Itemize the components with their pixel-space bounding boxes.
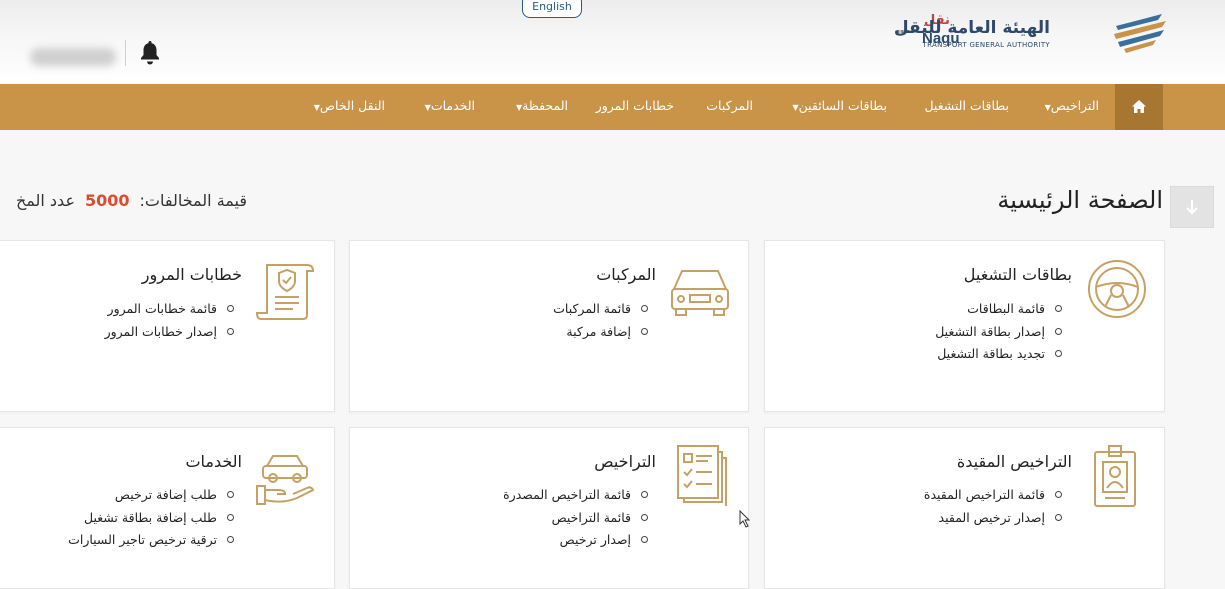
card-restricted-licenses[interactable]: التراخيص المقيدة قائمة التراخيص المقيدة … (764, 427, 1165, 589)
bell-icon[interactable] (138, 40, 162, 66)
car-icon (671, 270, 729, 316)
header-separator (125, 40, 126, 66)
card-link[interactable]: طلب إضافة بطاقة تشغيل (68, 507, 234, 530)
card-link[interactable]: قائمة المركبات (553, 298, 648, 321)
nav-item-services[interactable]: الخدمات▼ (420, 84, 475, 130)
card-link[interactable]: إصدار ترخيص (503, 529, 648, 552)
nav-home-button[interactable] (1115, 84, 1163, 130)
card-title: التراخيص (594, 452, 656, 471)
card-links: قائمة التراخيص المصدرة قائمة التراخيص إص… (503, 484, 648, 552)
nav-item-vehicles[interactable]: المركبات (706, 84, 753, 130)
language-toggle-button[interactable]: English (522, 0, 582, 18)
tga-logo[interactable]: ▪▪ ▪▪ نقل Naqu الهيئة العامة للنقل TRANS… (890, 12, 1170, 58)
card-links: قائمة خطابات المرور إصدار خطابات المرور (105, 298, 234, 343)
home-icon (1132, 100, 1146, 113)
user-name-blurred[interactable] (30, 48, 116, 66)
card-vehicles[interactable]: المركبات قائمة المركبات إضافة مركبة (349, 240, 749, 412)
card-link[interactable]: قائمة البطاقات (935, 298, 1062, 321)
card-link[interactable]: طلب إضافة ترخيص (68, 484, 234, 507)
card-title: بطاقات التشغيل (963, 265, 1072, 284)
card-services[interactable]: الخدمات طلب إضافة ترخيص طلب إضافة بطاقة … (0, 427, 335, 589)
nav-item-traffic-letters[interactable]: خطابات المرور (596, 84, 674, 130)
card-link[interactable]: إصدار ترخيص المقيد (924, 507, 1062, 530)
certificate-scroll-icon (255, 264, 315, 320)
card-links: قائمة المركبات إضافة مركبة (553, 298, 648, 343)
top-header: English ▪▪ ▪▪ نقل Naqu الهيئة العامة للن… (0, 0, 1225, 84)
hand-car-icon (256, 455, 315, 505)
tga-mark-icon (1114, 14, 1166, 53)
card-link[interactable]: ترقية ترخيص تاجير السيارات (68, 529, 234, 552)
card-title: خطابات المرور (141, 265, 242, 284)
card-links: طلب إضافة ترخيص طلب إضافة بطاقة تشغيل تر… (68, 484, 234, 552)
nav-item-private-transport[interactable]: النقل الخاص▼ (309, 84, 385, 130)
card-link[interactable]: إضافة مركبة (553, 321, 648, 344)
card-link[interactable]: إصدار خطابات المرور (105, 321, 234, 344)
card-link[interactable]: قائمة التراخيص المصدرة (503, 484, 648, 507)
card-link[interactable]: قائمة التراخيص المقيدة (924, 484, 1062, 507)
card-link[interactable]: قائمة التراخيص (503, 507, 648, 530)
nav-item-driver-cards[interactable]: بطاقات السائقين▼ (787, 84, 887, 130)
card-link[interactable]: تجديد بطاقة التشغيل (935, 343, 1062, 366)
nav-item-operating-cards[interactable]: بطاقات التشغيل (924, 84, 1009, 130)
download-button[interactable] (1170, 186, 1214, 228)
card-title: الخدمات (185, 452, 242, 471)
card-licenses[interactable]: التراخيص قائمة التراخيص المصدرة قائمة ال… (349, 427, 749, 589)
checklist-icon (677, 445, 727, 506)
arrow-down-icon (1186, 200, 1198, 215)
card-traffic-letters[interactable]: خطابات المرور قائمة خطابات المرور إصدار … (0, 240, 335, 412)
main-navbar: التراخيص▼ بطاقات التشغيل بطاقات السائقين… (0, 84, 1225, 130)
count-label: عدد المخ (15, 191, 75, 210)
card-links: قائمة البطاقات إصدار بطاقة التشغيل تجديد… (935, 298, 1062, 366)
logo-english-text: TRANSPORT GENERAL AUTHORITY (922, 41, 1050, 49)
nav-item-wallet[interactable]: المحفظة▼ (511, 84, 568, 130)
id-badge-icon (1094, 445, 1136, 507)
mouse-cursor-icon (739, 510, 751, 528)
page-title: الصفحة الرئيسية (997, 186, 1163, 214)
card-title: التراخيص المقيدة (956, 452, 1072, 471)
violations-value: 5000 (85, 191, 130, 210)
steering-wheel-icon (1088, 260, 1146, 318)
card-operating-cards[interactable]: بطاقات التشغيل قائمة البطاقات إصدار بطاق… (764, 240, 1165, 412)
violations-label: قيمة المخالفات: (139, 191, 247, 210)
card-title: المركبات (596, 265, 656, 284)
violations-stats: قيمة المخالفات: 5000 عدد المخ (16, 191, 247, 210)
nav-item-licenses[interactable]: التراخيص▼ (1040, 84, 1099, 130)
card-link[interactable]: إصدار بطاقة التشغيل (935, 321, 1062, 344)
card-links: قائمة التراخيص المقيدة إصدار ترخيص المقي… (924, 484, 1062, 529)
card-link[interactable]: قائمة خطابات المرور (105, 298, 234, 321)
logo-arabic-text: الهيئة العامة للنقل (893, 18, 1050, 38)
